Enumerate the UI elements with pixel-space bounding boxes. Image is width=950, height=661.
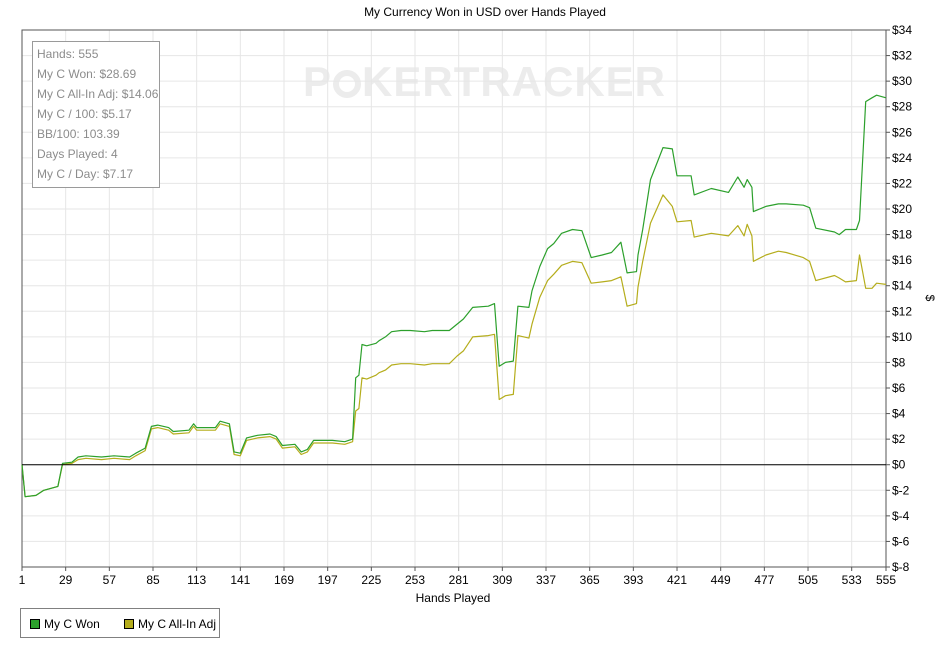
x-tick-label: 281 (449, 573, 469, 587)
y-tick-label: $28 (892, 100, 912, 114)
x-tick-label: 555 (876, 573, 896, 587)
stat-allin-adj: My C All-In Adj: $14.06 (37, 87, 159, 101)
y-axis-label: $ (923, 295, 937, 302)
x-tick-label: 169 (274, 573, 294, 587)
legend-label-won: My C Won (44, 617, 100, 631)
y-tick-label: $6 (892, 381, 906, 395)
legend-item-allin: My C All-In Adj (124, 617, 216, 631)
y-tick-label: $14 (892, 279, 912, 293)
stats-box: Hands: 555 My C Won: $28.69 My C All-In … (32, 41, 160, 188)
series-line-my-c-all-in-adj (21, 194, 887, 498)
x-tick-label: 1 (19, 573, 26, 587)
x-tick-label: 393 (623, 573, 643, 587)
y-tick-label: $30 (892, 74, 912, 88)
x-tick-label: 449 (711, 573, 731, 587)
y-tick-label: $8 (892, 355, 906, 369)
y-tick-label: $26 (892, 125, 912, 139)
x-tick-label: 337 (536, 573, 556, 587)
y-tick-label: $12 (892, 304, 912, 318)
stat-per-day: My C / Day: $7.17 (37, 167, 134, 181)
y-tick-label: $0 (892, 458, 906, 472)
x-tick-label: 225 (361, 573, 381, 587)
stat-bb-100: BB/100: 103.39 (37, 127, 120, 141)
y-tick-label: $4 (892, 407, 906, 421)
stat-days-played: Days Played: 4 (37, 147, 118, 161)
x-tick-label: 57 (103, 573, 117, 587)
legend-swatch-won (30, 619, 40, 629)
stat-per-100: My C / 100: $5.17 (37, 107, 132, 121)
y-tick-label: $-6 (892, 534, 910, 548)
y-tick-label: $18 (892, 228, 912, 242)
y-tick-label: $24 (892, 151, 912, 165)
x-tick-label: 421 (667, 573, 687, 587)
x-tick-label: 197 (318, 573, 338, 587)
x-tick-label: 29 (59, 573, 73, 587)
y-tick-label: $-4 (892, 509, 910, 523)
x-tick-label: 253 (405, 573, 425, 587)
legend-item-won: My C Won (30, 617, 100, 631)
y-tick-label: $2 (892, 432, 906, 446)
x-tick-label: 113 (187, 573, 206, 587)
legend: My C Won My C All-In Adj (20, 608, 220, 638)
x-tick-label: 309 (492, 573, 512, 587)
y-tick-label: $10 (892, 330, 912, 344)
x-tick-label: 533 (842, 573, 862, 587)
stat-won: My C Won: $28.69 (37, 67, 137, 81)
x-axis-label: Hands Played (416, 591, 491, 605)
x-tick-label: 365 (580, 573, 600, 587)
x-tick-label: 85 (146, 573, 160, 587)
y-tick-label: $-2 (892, 483, 910, 497)
y-tick-label: $-8 (892, 560, 910, 574)
chart-title: My Currency Won in USD over Hands Played (364, 5, 606, 19)
legend-swatch-allin (124, 619, 134, 629)
stat-hands: Hands: 555 (37, 47, 99, 61)
y-tick-label: $34 (892, 23, 912, 37)
x-tick-label: 477 (754, 573, 774, 587)
x-tick-label: 141 (230, 573, 250, 587)
y-tick-label: $16 (892, 253, 912, 267)
y-tick-label: $22 (892, 176, 912, 190)
y-tick-label: $32 (892, 49, 912, 63)
x-tick-label: 505 (798, 573, 818, 587)
legend-label-allin: My C All-In Adj (138, 617, 217, 631)
y-tick-label: $20 (892, 202, 912, 216)
